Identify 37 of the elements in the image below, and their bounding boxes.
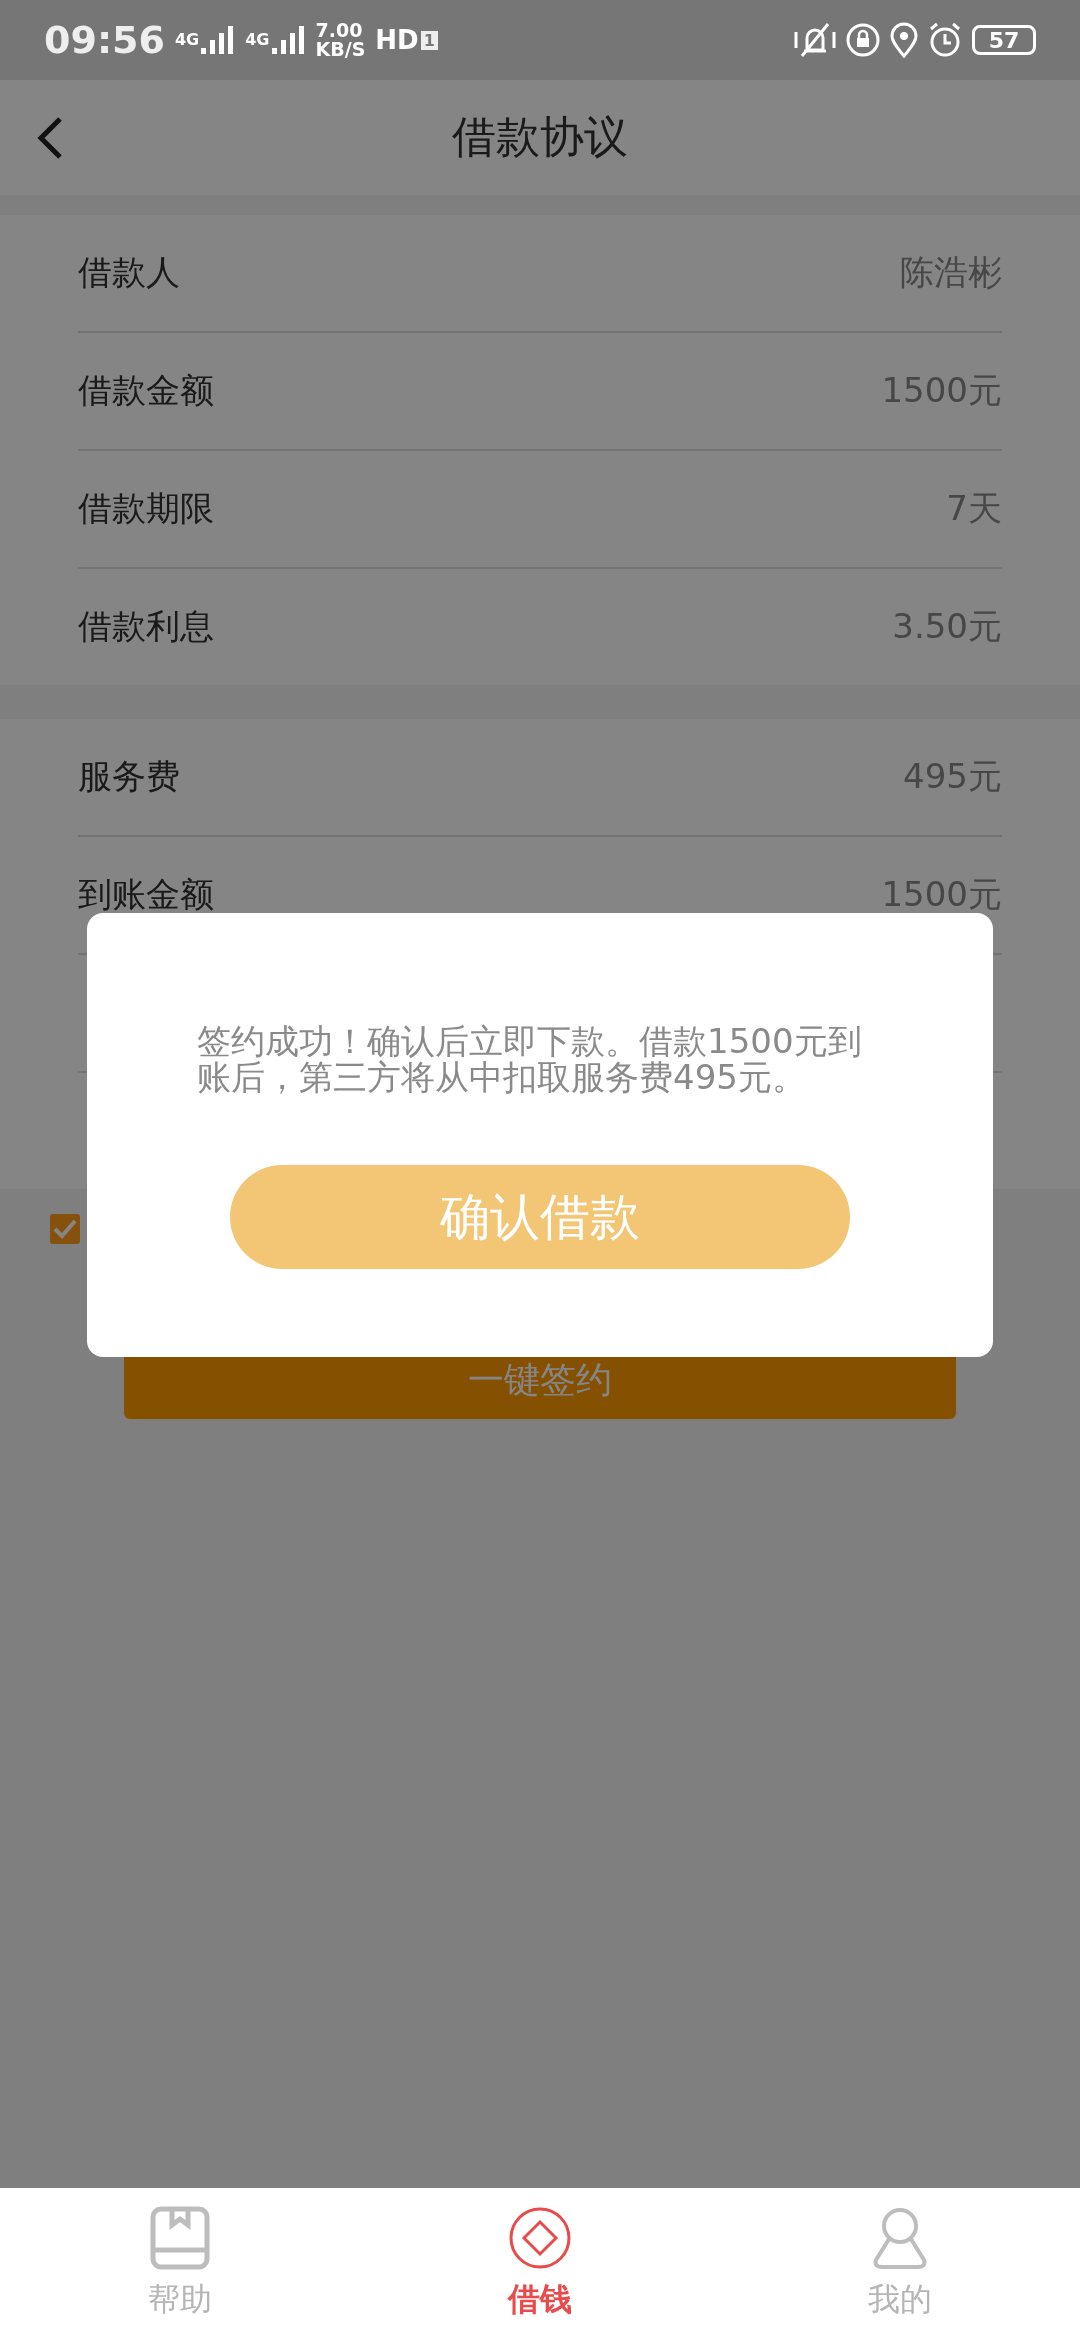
battery-indicator: 57 bbox=[972, 25, 1036, 55]
rotation-lock-icon bbox=[846, 23, 880, 57]
speed-unit: KB/S bbox=[315, 40, 366, 59]
network-type: 4G bbox=[174, 32, 200, 48]
sim-slot: 1 bbox=[420, 30, 438, 50]
nav-tab[interactable]: 借钱 bbox=[360, 2188, 720, 2340]
book-icon bbox=[150, 2206, 210, 2270]
person-icon bbox=[872, 2206, 928, 2270]
network-type: 4G bbox=[245, 32, 270, 48]
row-label: 借款金额 bbox=[78, 369, 214, 412]
row-value: 1500元 bbox=[881, 369, 1002, 412]
signal-icon bbox=[201, 26, 236, 54]
row-value: 1500元 bbox=[881, 873, 1002, 916]
row-value: 7天 bbox=[946, 487, 1002, 530]
row-label: 借款人 bbox=[78, 251, 180, 294]
network-speed: 7.00 bbox=[315, 21, 364, 40]
nav-tab[interactable]: 我的 bbox=[720, 2188, 1080, 2340]
nav-tab[interactable]: 帮助 bbox=[0, 2188, 360, 2340]
confirm-button[interactable]: 确认借款 bbox=[230, 1165, 850, 1269]
back-icon[interactable] bbox=[36, 116, 64, 160]
row-value: 3.50元 bbox=[892, 605, 1002, 648]
location-icon bbox=[890, 22, 918, 58]
row-value: 陈浩彬 bbox=[900, 251, 1002, 294]
alarm-icon bbox=[928, 22, 962, 58]
row-label: 服务费 bbox=[78, 755, 180, 798]
dialog-message: 签约成功！确认后立即下款。借款1500元到账后，第三方将从中扣取服务费495元。 bbox=[197, 1023, 863, 1095]
hd-call-indicator: HD bbox=[375, 25, 419, 55]
row-label: 到账金额 bbox=[78, 873, 214, 916]
page-title: 借款协议 bbox=[452, 110, 628, 164]
signal-icon bbox=[271, 26, 306, 54]
row-label: 借款利息 bbox=[78, 605, 214, 648]
agreement-checkbox[interactable] bbox=[50, 1214, 80, 1244]
row-label: 借款期限 bbox=[78, 487, 214, 530]
row-value: 495元 bbox=[903, 755, 1002, 798]
muted-bell-icon bbox=[794, 22, 836, 58]
clock: 09:56 bbox=[44, 18, 165, 62]
diamond-coin-icon bbox=[508, 2206, 572, 2270]
